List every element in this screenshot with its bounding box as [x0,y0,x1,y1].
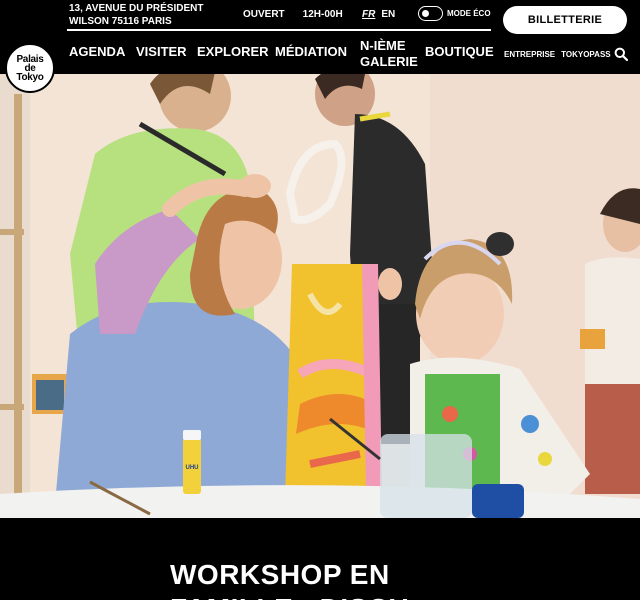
header-divider [67,29,491,31]
ticket-button[interactable]: BILLETTERIE [503,6,627,34]
nav-item-entreprise[interactable]: ENTREPRISE [504,50,555,59]
opening-info[interactable]: OUVERT 12H-00H [243,9,343,20]
search-icon[interactable] [614,47,628,61]
palais-de-tokyo-logo[interactable]: Palais de Tokyo [5,43,55,93]
logo-line-3: Tokyo [16,71,44,83]
hero-image: UHU [0,74,640,518]
nav-item-boutique[interactable]: BOUTIQUE [425,44,494,60]
nav-item-tokyopass[interactable]: TOKYOPASS [561,50,611,59]
open-status: OUVERT [243,9,285,20]
nav-item-explorer[interactable]: EXPLORER [197,44,269,60]
nav-item-visiter[interactable]: VISITER [136,44,187,60]
nav-item-agenda[interactable]: AGENDA [69,44,125,60]
site-header: Palais de Tokyo 13, AVENUE DU PRÉSIDENT … [0,0,640,93]
nav-galerie-line-1: N-IÈME [360,38,406,53]
lang-en[interactable]: EN [381,9,395,20]
content-section: WORKSHOP EN FAMILLE : DISCU [0,518,640,600]
nav-item-n-ieme-galerie[interactable]: N-IÈME GALERIE [360,38,418,70]
language-switcher: FR EN [362,9,395,20]
opening-hours: 12H-00H [302,9,343,20]
title-line-1: WORKSHOP EN [170,559,390,590]
address-line-2: WILSON 75116 PARIS [69,16,172,27]
toggle-knob [422,9,429,17]
hero-illustration: UHU [0,74,640,518]
title-line-2: FAMILLE : DISCU [170,592,409,600]
nav-galerie-line-2: GALERIE [360,54,418,69]
eco-mode-label: MODE ÉCO [447,9,491,18]
address-line-1: 13, AVENUE DU PRÉSIDENT [69,3,204,14]
event-title: WORKSHOP EN FAMILLE : DISCU [170,558,409,600]
glue-label: UHU [186,465,199,471]
eco-mode-toggle[interactable]: MODE ÉCO [418,6,491,21]
toggle-switch[interactable] [418,6,443,21]
lang-fr[interactable]: FR [362,9,375,20]
address[interactable]: 13, AVENUE DU PRÉSIDENT WILSON 75116 PAR… [69,2,203,28]
secondary-nav: ENTREPRISE TOKYOPASS [504,50,611,59]
nav-item-mediation[interactable]: MÉDIATION [275,44,347,60]
